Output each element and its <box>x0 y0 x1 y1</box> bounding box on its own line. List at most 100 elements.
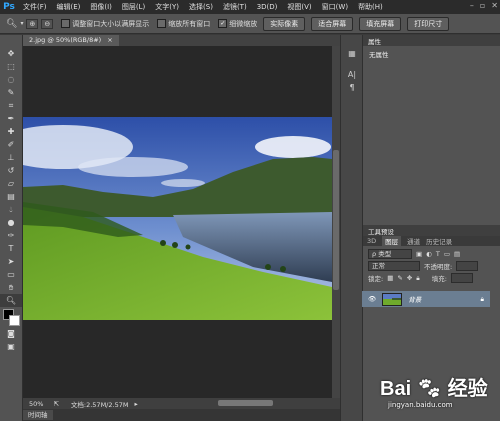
filter-adjust-icon[interactable]: ◐ <box>426 250 432 258</box>
timeline-tab[interactable]: 时间轴 <box>23 410 53 420</box>
checkbox-box[interactable] <box>157 19 167 28</box>
rectangle-tool-icon[interactable]: ▭ <box>0 268 22 281</box>
status-menu-arrow-icon[interactable]: ▸ <box>134 400 137 408</box>
export-icon[interactable]: ⇱ <box>53 400 58 408</box>
gradient-tool-icon[interactable]: ▤ <box>0 190 22 203</box>
quick-select-tool-icon[interactable]: ✎ <box>0 86 22 99</box>
pen-tool-icon[interactable]: ✑ <box>0 229 22 242</box>
visibility-eye-icon[interactable]: 👁︎ <box>368 295 376 303</box>
zoom-tool-icon[interactable]: 🔍︎ <box>0 294 22 307</box>
blend-row: 正常 不透明度: <box>363 260 500 272</box>
opacity-field[interactable] <box>456 261 479 271</box>
fit-screen-button[interactable]: 适合屏幕 <box>311 16 354 31</box>
marquee-tool-icon[interactable]: ⬚ <box>0 60 22 73</box>
menu-select[interactable]: 选择(S) <box>184 2 218 12</box>
window-controls: – ▫ ✕ <box>470 1 498 10</box>
tab-channels[interactable]: 通道 <box>407 236 420 246</box>
zoom-level[interactable]: 50% <box>29 400 43 408</box>
lock-position-icon[interactable]: ✥ <box>407 274 412 282</box>
screen-mode-icon[interactable]: ▣ <box>0 340 22 353</box>
layer-filter-row: ρ 类型 ▣ ◐ T ▭ ▤ <box>363 248 500 260</box>
eyedropper-tool-icon[interactable]: ✒ <box>0 112 22 125</box>
menu-view[interactable]: 视图(V) <box>282 2 316 12</box>
properties-empty-text: 无属性 <box>369 51 389 59</box>
blend-mode-select[interactable]: 正常 <box>368 261 420 271</box>
tool-presets-tab[interactable]: 工具预设 <box>368 226 394 236</box>
restore-icon[interactable]: ▫ <box>480 1 485 10</box>
tab-layers[interactable]: 图层 <box>382 236 402 246</box>
menu-file[interactable]: 文件(F) <box>18 2 52 12</box>
history-panel-icon[interactable]: ▦ <box>341 47 363 60</box>
scrubby-zoom-checkbox[interactable]: ✓ 细微缩放 <box>218 19 257 29</box>
close-icon[interactable]: ✕ <box>491 1 498 10</box>
crop-tool-icon[interactable]: ⌗ <box>0 99 22 112</box>
clone-stamp-tool-icon[interactable]: ⊥ <box>0 151 22 164</box>
tools-panel: ✥ ⬚ ◌ ✎ ⌗ ✒ ✚ ✐ ⊥ ↺ ▱ ▤ 💧︎ ● ✑ T ➤ ▭ ✋︎ … <box>0 35 23 421</box>
opacity-label: 不透明度: <box>424 263 453 271</box>
eraser-tool-icon[interactable]: ▱ <box>0 177 22 190</box>
menu-edit[interactable]: 编辑(E) <box>52 2 86 12</box>
lock-all-icon[interactable]: 🔒︎ <box>416 274 419 283</box>
options-bar: 🔍︎ ▾ ⊕ ⊖ 调整窗口大小以满屏显示 缩放所有窗口 ✓ 细微缩放 实际像素 … <box>0 14 500 34</box>
zoom-all-windows-checkbox[interactable]: 缩放所有窗口 <box>157 19 210 29</box>
document-tab[interactable]: 2.jpg @ 50%(RGB/8#) × <box>23 35 119 46</box>
tab-3d[interactable]: 3D <box>367 237 376 245</box>
zoom-icon[interactable]: 🔍︎ <box>6 19 17 29</box>
hand-tool-icon[interactable]: ✋︎ <box>0 281 22 294</box>
minimize-icon[interactable]: – <box>470 1 474 10</box>
baidu-jingyan-watermark: Bai 🐾︎ 经验 jingyan.baidu.com <box>380 372 498 420</box>
filter-smart-icon[interactable]: ▤ <box>454 250 460 258</box>
zoom-in-icon[interactable]: ⊕ <box>26 18 39 29</box>
watermark-url: jingyan.baidu.com <box>388 401 453 409</box>
chevron-down-icon[interactable]: ▾ <box>20 20 23 27</box>
close-tab-icon[interactable]: × <box>107 36 112 44</box>
layer-row-background[interactable]: 👁︎ 背景 🔒︎ <box>362 291 490 307</box>
menu-image[interactable]: 图像(I) <box>85 2 117 12</box>
blur-tool-icon[interactable]: 💧︎ <box>0 203 22 216</box>
character-panel-icon[interactable]: A| <box>341 68 363 81</box>
print-size-button[interactable]: 打印尺寸 <box>407 16 450 31</box>
layer-filter-select[interactable]: ρ 类型 <box>368 249 412 259</box>
quick-mask-icon[interactable]: ◙ <box>0 327 22 340</box>
tool-presets-header: 工具预设 <box>363 225 500 236</box>
history-brush-tool-icon[interactable]: ↺ <box>0 164 22 177</box>
type-tool-icon[interactable]: T <box>0 242 22 255</box>
filter-type-icon[interactable]: T <box>436 250 440 258</box>
filter-shape-icon[interactable]: ▭ <box>444 250 450 258</box>
menu-layer[interactable]: 图层(L) <box>117 2 150 12</box>
lock-paint-icon[interactable]: ✎ <box>397 274 402 282</box>
lock-row: 锁定: ▦ ✎ ✥ 🔒︎ 填充: <box>363 272 500 284</box>
checkbox-box[interactable]: ✓ <box>218 19 228 28</box>
path-select-tool-icon[interactable]: ➤ <box>0 255 22 268</box>
horizontal-scrollbar-thumb[interactable] <box>218 400 273 406</box>
document-tab-title: 2.jpg @ 50%(RGB/8#) <box>29 36 102 44</box>
menu-window[interactable]: 窗口(W) <box>317 2 353 12</box>
menu-3d[interactable]: 3D(D) <box>252 3 283 11</box>
fill-screen-button[interactable]: 填充屏幕 <box>359 16 402 31</box>
resize-windows-checkbox[interactable]: 调整窗口大小以满屏显示 <box>61 19 149 29</box>
vertical-scrollbar-thumb[interactable] <box>333 150 339 290</box>
landscape-image[interactable] <box>23 117 332 320</box>
menu-help[interactable]: 帮助(H) <box>353 2 388 12</box>
checkbox-box[interactable] <box>61 19 71 28</box>
filter-pixel-icon[interactable]: ▣ <box>416 250 422 258</box>
dodge-tool-icon[interactable]: ● <box>0 216 22 229</box>
photoshop-logo: Ps <box>3 2 15 12</box>
brush-tool-icon[interactable]: ✐ <box>0 138 22 151</box>
zoom-out-icon[interactable]: ⊖ <box>41 18 54 29</box>
lasso-tool-icon[interactable]: ◌ <box>0 73 22 86</box>
paragraph-panel-icon[interactable]: ¶ <box>341 81 363 94</box>
color-swatches-icon[interactable] <box>0 307 22 327</box>
layer-lock-icon: 🔒︎ <box>480 294 484 303</box>
lock-pixels-icon[interactable]: ▦ <box>387 274 393 282</box>
healing-brush-tool-icon[interactable]: ✚ <box>0 125 22 138</box>
move-tool-icon[interactable]: ✥ <box>0 47 22 60</box>
menu-type[interactable]: 文字(Y) <box>150 2 184 12</box>
tab-history[interactable]: 历史记录 <box>426 236 452 246</box>
watermark-logo-text2: 经验 <box>447 378 488 400</box>
menu-filter[interactable]: 滤镜(T) <box>218 2 252 12</box>
layer-thumbnail <box>382 292 403 306</box>
fill-field[interactable] <box>450 273 473 283</box>
checkbox-label: 细微缩放 <box>229 19 258 28</box>
actual-pixels-button[interactable]: 实际像素 <box>263 16 306 31</box>
